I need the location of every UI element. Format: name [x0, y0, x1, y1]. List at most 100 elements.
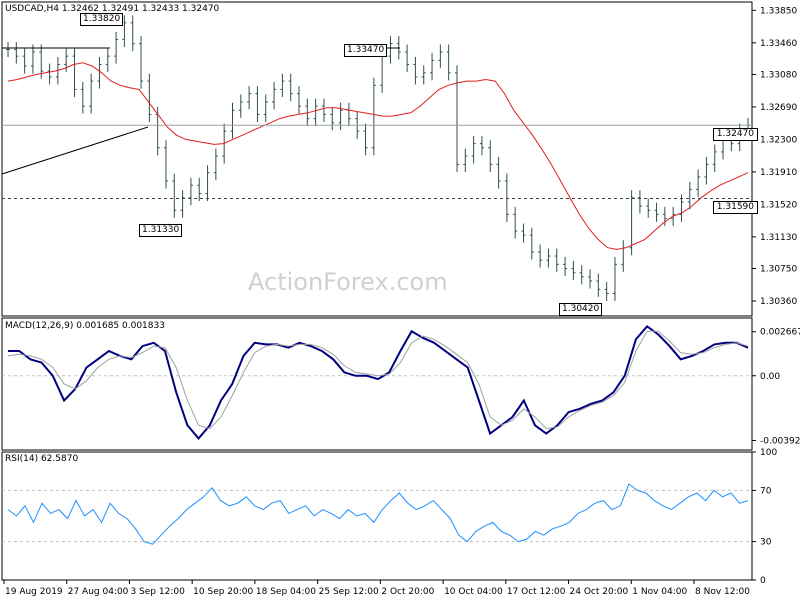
- trendline-drawing: [1, 126, 149, 175]
- support-level-tag: 1.31590: [712, 201, 758, 214]
- time-axis-tick-label: 2 Oct 20:00: [381, 587, 434, 597]
- price-bar: [147, 73, 152, 122]
- price-axis-tick-label: 1.31910: [760, 168, 797, 178]
- price-bar: [139, 36, 144, 89]
- price-axis-tick-label: 1.32300: [760, 135, 797, 145]
- price-axis-tick-label: 1.30750: [760, 265, 797, 275]
- price-bar: [30, 44, 35, 74]
- price-bar: [612, 256, 617, 302]
- time-axis-tick-label: 18 Sep 04:00: [256, 587, 316, 597]
- chart-window: 1.33850 1.33460 1.33080 1.32690 1.32300 1.319…: [0, 0, 800, 600]
- price-bar: [188, 177, 193, 206]
- price-bar: [529, 227, 534, 260]
- price-bar: [521, 223, 526, 243]
- time-axis-tick-label: 1 Nov 04:00: [632, 587, 687, 597]
- price-bar: [172, 173, 177, 218]
- price-bar: [538, 244, 543, 268]
- time-axis-tick-label: 27 Aug 04:00: [68, 587, 129, 597]
- price-bar: [405, 44, 410, 72]
- macd-axis-tick-label: 0.002667: [760, 328, 800, 338]
- price-bar: [471, 136, 476, 164]
- price-axis-tick-label: 1.32690: [760, 103, 797, 113]
- price-bar: [80, 81, 85, 114]
- price-bar: [430, 52, 435, 81]
- price-bar: [421, 65, 426, 85]
- price-bar: [130, 15, 135, 52]
- price-bar: [272, 81, 277, 110]
- time-axis-tick-label: 8 Nov 12:00: [695, 587, 750, 597]
- time-axis-tick-label: 25 Sep 12:00: [319, 587, 379, 597]
- price-bar: [546, 248, 551, 268]
- price-bar: [571, 261, 576, 281]
- price-bar: [72, 48, 77, 97]
- level-label-low-1: 1.31330: [139, 224, 183, 237]
- macd-axis-tick-label: 0.00: [760, 372, 780, 382]
- price-bar: [288, 73, 293, 102]
- time-axis-tick-label: 3 Sep 12:00: [130, 587, 185, 597]
- price-bar: [596, 273, 601, 297]
- price-bar: [338, 102, 343, 131]
- price-bar: [696, 169, 701, 197]
- price-bar: [14, 41, 19, 64]
- price-bar: [712, 144, 717, 172]
- chart-canvas: 1.33850 1.33460 1.33080 1.32690 1.32300 1.319…: [1, 1, 800, 597]
- rsi-axis-tick-label: 30: [760, 538, 772, 548]
- price-bar: [230, 102, 235, 139]
- price-bar: [297, 86, 302, 114]
- price-bar: [205, 165, 210, 202]
- price-bar: [413, 56, 418, 85]
- price-bar: [496, 156, 501, 189]
- price-bar: [363, 123, 368, 156]
- level-label-low-2: 1.30420: [559, 303, 603, 316]
- price-bar: [180, 190, 185, 218]
- price-bar: [114, 31, 119, 64]
- price-bar: [255, 86, 260, 122]
- price-bar: [604, 281, 609, 302]
- price-bar: [588, 269, 593, 289]
- current-price-tag: 1.32470: [712, 128, 758, 141]
- level-label-high-2: 1.33470: [344, 44, 388, 57]
- moving-average-line: [7, 62, 749, 250]
- price-bar: [621, 240, 626, 272]
- price-bar: [247, 86, 252, 110]
- price-bar: [579, 265, 584, 285]
- price-bar: [454, 65, 459, 172]
- price-bar: [280, 73, 285, 97]
- price-bar: [463, 148, 468, 172]
- rsi-axis-tick-label: 70: [760, 486, 772, 496]
- price-bar: [488, 140, 493, 172]
- price-bar: [563, 256, 568, 277]
- price-bar: [438, 44, 443, 68]
- rsi-axis-tick-label: 100: [760, 448, 777, 458]
- price-bar: [388, 36, 393, 64]
- price-axis-tick-label: 1.31130: [760, 233, 797, 243]
- price-axis-tick-label: 1.33460: [760, 39, 797, 49]
- time-axis-tick-label: 10 Sep 20:00: [193, 587, 253, 597]
- price-bar: [105, 48, 110, 72]
- price-bar: [197, 177, 202, 202]
- time-axis-tick-label: 10 Oct 04:00: [444, 587, 503, 597]
- panel-frame-2: [1, 451, 753, 581]
- price-bar: [504, 173, 509, 222]
- price-bar: [371, 77, 376, 156]
- price-bar: [479, 136, 484, 156]
- price-bar: [163, 140, 168, 189]
- price-bar: [513, 206, 518, 239]
- time-axis-tick-label: 19 Aug 2019: [5, 587, 63, 597]
- price-bar: [238, 94, 243, 118]
- price-axis-tick-label: 1.33850: [760, 6, 797, 16]
- price-bar: [263, 94, 268, 122]
- price-bar: [446, 44, 451, 81]
- price-bar: [687, 181, 692, 210]
- price-bar: [6, 41, 10, 57]
- price-bar: [22, 48, 27, 74]
- rsi-panel-title: RSI(14) 62.5870: [5, 454, 79, 464]
- rsi-axis-tick-label: 0: [760, 576, 766, 586]
- price-bar: [89, 73, 94, 114]
- price-bar: [313, 98, 318, 127]
- price-bar: [330, 106, 335, 131]
- price-bar: [704, 156, 709, 185]
- macd-axis-tick-label: -0.003922: [760, 436, 800, 446]
- price-bar: [213, 148, 218, 181]
- macd-series-macd: [8, 324, 749, 440]
